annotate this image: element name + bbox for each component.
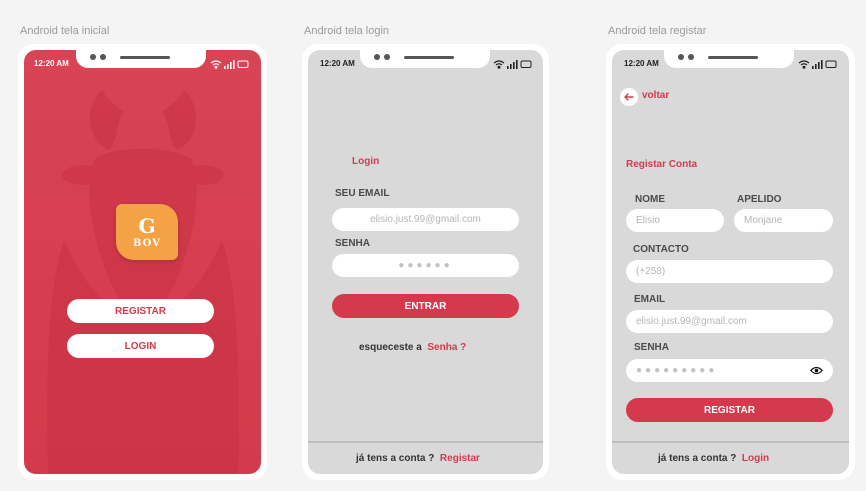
footer-divider <box>612 441 849 443</box>
footer-prefix: já tens a conta ? <box>356 453 435 464</box>
signal-icon <box>507 60 518 69</box>
status-icons <box>210 60 249 69</box>
status-time: 12:20 AM <box>34 59 69 68</box>
back-button[interactable] <box>620 88 638 106</box>
password-dots: ●●●●●● <box>398 260 453 271</box>
register-title: Registar Conta <box>626 159 698 170</box>
wifi-icon <box>798 60 810 69</box>
email-input[interactable]: elisio.just.99@gmail.com <box>626 310 833 333</box>
bull-background-image <box>47 90 239 474</box>
register-submit-button[interactable]: REGISTAR <box>626 398 833 422</box>
password-label: SENHA <box>335 238 371 249</box>
footer-divider <box>308 441 543 443</box>
phone-notch <box>360 50 490 68</box>
forgot-prefix: esqueceste a <box>359 342 422 353</box>
wifi-icon <box>493 60 505 69</box>
login-screen: 12:20 AM Login SEU EMAIL elisio.just.99@… <box>308 50 543 474</box>
email-label: EMAIL <box>634 294 666 305</box>
surname-input[interactable]: Monjane <box>734 209 833 232</box>
name-label: NOME <box>635 194 665 205</box>
splash-screen: 12:20 AM G BOV REGISTAR LOGIN <box>24 50 261 474</box>
status-icons <box>493 60 532 69</box>
gbov-logo: G BOV <box>116 204 178 260</box>
forgot-password-link[interactable]: Senha ? <box>427 342 466 353</box>
name-input[interactable]: Elisio <box>626 209 724 232</box>
logo-letter: G <box>138 213 156 238</box>
back-arrow-icon <box>624 93 634 101</box>
phone-notch <box>76 50 206 68</box>
logo-text: BOV <box>133 237 161 249</box>
register-button[interactable]: REGISTAR <box>67 299 214 323</box>
frame-label-register: Android tela registar <box>608 25 707 37</box>
phone-notch <box>664 50 794 68</box>
password-label: SENHA <box>634 342 670 353</box>
login-link[interactable]: Login <box>742 453 769 464</box>
back-label[interactable]: voltar <box>642 90 669 101</box>
frame-label-login: Android tela login <box>304 25 390 37</box>
status-time: 12:20 AM <box>320 59 355 68</box>
footer-row: já tens a conta ? Login <box>658 453 769 464</box>
contact-input[interactable]: (+258) <box>626 260 833 283</box>
email-label: SEU EMAIL <box>335 188 390 199</box>
battery-icon <box>825 60 837 68</box>
phone-login: 12:20 AM Login SEU EMAIL elisio.just.99@… <box>302 44 549 480</box>
signal-icon <box>224 60 235 69</box>
battery-icon <box>520 60 532 68</box>
register-link[interactable]: Registar <box>440 453 480 464</box>
signal-icon <box>812 60 823 69</box>
battery-icon <box>237 60 249 68</box>
phone-register: 12:20 AM voltar Registar Conta NOME Elis… <box>606 44 855 480</box>
contact-label: CONTACTO <box>633 244 689 255</box>
footer-prefix: já tens a conta ? <box>658 453 737 464</box>
password-dots: ●●●●●●●●● <box>636 365 718 376</box>
password-input[interactable]: ●●●●●● <box>332 254 519 277</box>
eye-icon[interactable] <box>810 366 823 375</box>
phone-splash: 12:20 AM G BOV REGISTAR LOGIN <box>18 44 267 480</box>
status-icons <box>798 60 837 69</box>
status-time: 12:20 AM <box>624 59 659 68</box>
register-screen: 12:20 AM voltar Registar Conta NOME Elis… <box>612 50 849 474</box>
surname-label: APELIDO <box>737 194 782 205</box>
login-submit-button[interactable]: ENTRAR <box>332 294 519 318</box>
login-button[interactable]: LOGIN <box>67 334 214 358</box>
login-title: Login <box>352 156 380 167</box>
email-input[interactable]: elisio.just.99@gmail.com <box>332 208 519 231</box>
password-input[interactable]: ●●●●●●●●● <box>626 359 833 382</box>
footer-row: já tens a conta ? Registar <box>356 453 480 464</box>
forgot-password-row: esqueceste a Senha ? <box>359 342 466 353</box>
wifi-icon <box>210 60 222 69</box>
frame-label-initial: Android tela inicial <box>20 25 110 37</box>
